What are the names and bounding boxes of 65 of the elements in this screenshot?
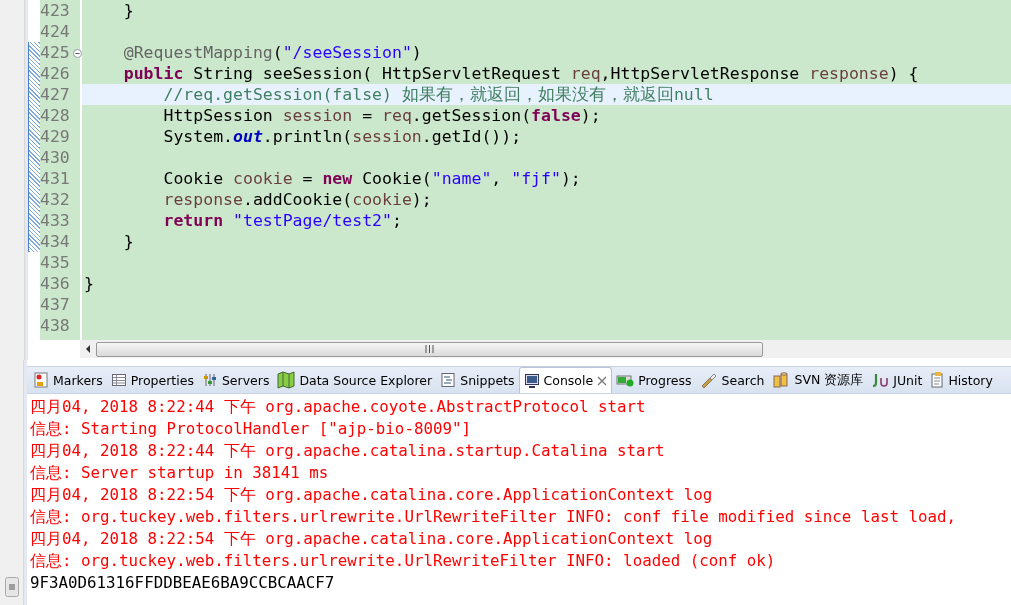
grip-icon [425, 345, 434, 353]
line-number: 426 [40, 64, 70, 83]
code-line: HttpSession session = req.getSession(false); [162, 106, 601, 125]
close-icon[interactable] [597, 375, 608, 386]
view-tab[interactable]: Properties [106, 367, 198, 393]
line-number: 433 [40, 211, 70, 230]
line-number: 423 [40, 1, 70, 20]
code-line: Cookie cookie = new Cookie("name", "fjf"); [162, 169, 581, 188]
code-line: System.out.println(session.getId()); [162, 127, 522, 146]
view-tab[interactable]: History [926, 367, 997, 393]
line-number: 424 [40, 22, 70, 41]
scroll-left-icon[interactable] [84, 344, 92, 354]
console-line: 四月04, 2018 8:22:54 下午 org.apache.catalina.core.ApplicationContext log [30, 529, 713, 548]
line-number: 435 [40, 253, 70, 272]
line-number: 437 [40, 295, 70, 314]
view-tab[interactable]: Snippets [436, 367, 519, 393]
code-line: } [122, 232, 134, 251]
code-line: @RequestMapping("/seeSession") [122, 43, 422, 62]
console-line: 四月04, 2018 8:22:54 下午 org.apache.catalina.core.ApplicationContext log [30, 485, 713, 504]
collapse-icon[interactable] [73, 49, 82, 58]
progress-icon [616, 372, 635, 388]
console-line: 信息: Starting ProtocolHandler ["ajp-bio-8009"] [30, 419, 471, 438]
line-number: 432 [40, 190, 70, 209]
junit-icon [871, 373, 890, 387]
code-line: response.addCookie(cookie); [162, 190, 432, 209]
console-line: 9F3A0D61316FFDDBEAE6BA9CCBCAACF7 [30, 573, 335, 592]
console-line: 四月04, 2018 8:22:44 下午 org.apache.catalina.startup.Catalina start [30, 441, 665, 460]
line-number: 425 [40, 43, 70, 62]
table-icon [110, 372, 127, 388]
line-number: 438 [40, 316, 70, 335]
scroll-thumb[interactable] [96, 341, 763, 357]
line-number: 427 [40, 85, 70, 104]
line-number: 430 [40, 148, 70, 167]
view-tab[interactable]: Servers [197, 367, 274, 393]
grip-icon[interactable] [4, 577, 19, 597]
line-number: 429 [40, 127, 70, 146]
console-line: 信息: Server startup in 38141 ms [30, 463, 329, 482]
code-line: } [122, 1, 134, 20]
line-number: 434 [40, 232, 70, 251]
view-tab[interactable]: Progress [612, 367, 696, 393]
view-tab[interactable]: Console [518, 367, 613, 393]
line-number: 436 [40, 274, 70, 293]
code-line: } [84, 274, 94, 293]
view-tab[interactable]: Data Source Explorer [273, 367, 437, 393]
markers-icon [33, 372, 49, 388]
code-line: return "testPage/test2"; [162, 211, 402, 230]
cylinders-icon [772, 371, 791, 389]
view-tab[interactable]: JUnit [867, 367, 927, 393]
history-icon [930, 371, 945, 389]
sliders-icon [201, 372, 218, 388]
console-line: 四月04, 2018 8:22:44 下午 org.apache.coyote.AbstractProtocol start [30, 397, 646, 416]
document-icon [440, 372, 457, 388]
code-line: //req.getSession(false) 如果有，就返回，如果没有，就返回null [162, 85, 714, 104]
line-number: 431 [40, 169, 70, 188]
horizontal-scrollbar[interactable] [80, 340, 1011, 358]
view-tab[interactable]: Search [695, 367, 769, 393]
view-tab[interactable]: SVN 资源库 [768, 367, 868, 393]
map-icon [277, 371, 296, 389]
line-number: 428 [40, 106, 70, 125]
view-tab[interactable]: Markers [29, 367, 107, 393]
monitor-icon [523, 372, 540, 389]
console-line: 信息: org.tuckey.web.filters.urlrewrite.UrlRewriteFilter INFO: conf file modified since last load, [30, 507, 956, 526]
code-line: public String seeSession( HttpServletRequest req,HttpServletResponse response) { [122, 64, 919, 83]
console-line: 信息: org.tuckey.web.filters.urlrewrite.UrlRewriteFilter INFO: loaded (conf ok) [30, 551, 776, 570]
flashlight-icon [699, 372, 718, 388]
